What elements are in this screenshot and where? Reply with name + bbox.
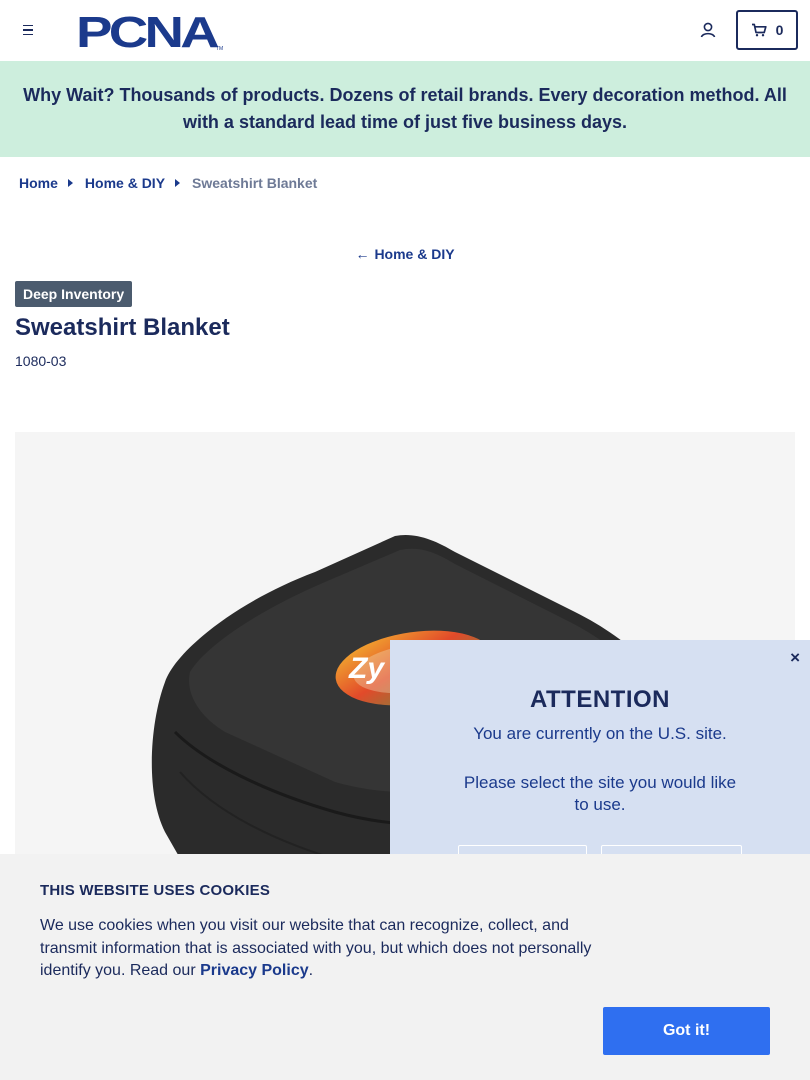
cookie-text-body: We use cookies when you visit our websit… <box>40 917 592 979</box>
modal-current-site-text: You are currently on the U.S. site. <box>473 724 727 743</box>
blanket-logo-text: Zy <box>348 652 385 685</box>
modal-select-site-text: Please select the site you would like to… <box>463 773 737 814</box>
logo-wordmark: PCNA <box>76 10 219 52</box>
cart-icon <box>751 23 767 37</box>
cookie-text-end: . <box>308 962 314 979</box>
logo-trademark: TM <box>216 46 223 52</box>
account-icon[interactable] <box>698 20 718 40</box>
promo-banner: Why Wait? Thousands of products. Dozens … <box>0 61 810 157</box>
back-to-category-link[interactable]: ← Home & DIY <box>0 246 810 262</box>
inventory-badge: Deep Inventory <box>15 281 133 307</box>
product-sku: 1080-03 <box>15 353 67 369</box>
breadcrumb-home-diy[interactable]: Home & DIY <box>85 175 165 191</box>
close-icon[interactable]: × <box>790 648 800 668</box>
breadcrumb-separator-icon <box>175 179 181 187</box>
cookie-banner: THIS WEBSITE USES COOKIES We use cookies… <box>0 854 810 1080</box>
cart-button[interactable]: 0 <box>736 10 798 50</box>
promo-text: Why Wait? Thousands of products. Dozens … <box>23 85 787 132</box>
cookie-title: THIS WEBSITE USES COOKIES <box>40 882 271 899</box>
pcna-logo[interactable]: PCNA TM <box>76 10 224 52</box>
breadcrumb-separator-icon <box>67 179 73 187</box>
breadcrumb-current: Sweatshirt Blanket <box>192 175 318 191</box>
site-header: PCNA TM 0 <box>0 0 810 61</box>
cart-count: 0 <box>775 22 784 38</box>
accept-cookies-button[interactable]: Got it! <box>603 1007 770 1055</box>
privacy-policy-link[interactable]: Privacy Policy <box>200 962 309 979</box>
arrow-left-icon: ← <box>355 246 370 262</box>
cookie-text: We use cookies when you visit our websit… <box>40 915 610 983</box>
breadcrumb-home[interactable]: Home <box>19 175 58 191</box>
back-link-label: Home & DIY <box>374 246 455 262</box>
product-title: Sweatshirt Blanket <box>15 314 230 341</box>
hamburger-menu-icon[interactable] <box>18 20 38 40</box>
modal-title: ATTENTION <box>529 686 671 713</box>
breadcrumb: Home Home & DIY Sweatshirt Blanket <box>19 174 317 192</box>
